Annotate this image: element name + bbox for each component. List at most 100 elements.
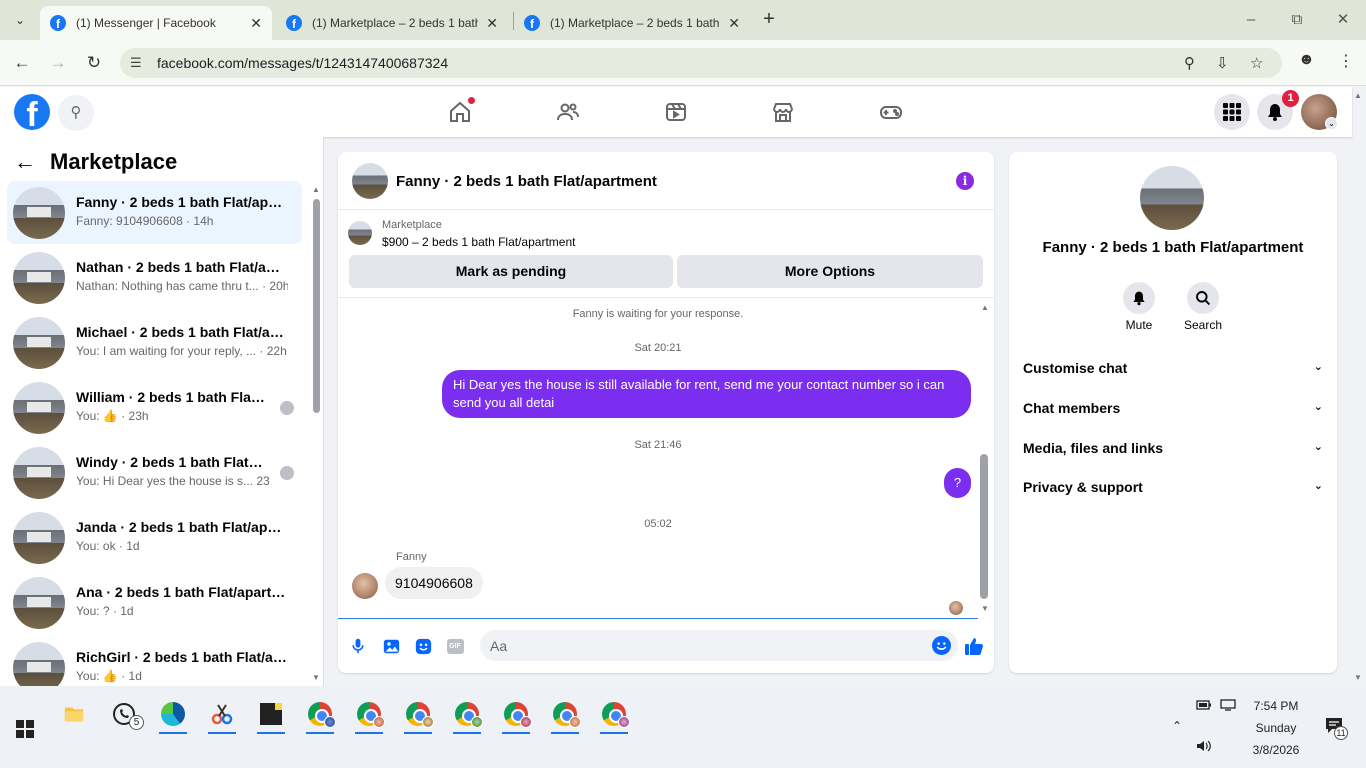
chat-title[interactable]: Fanny · 2 beds 1 bath Flat/apartment [396,173,657,190]
microphone-icon[interactable] [348,636,368,656]
file-explorer-icon[interactable] [56,694,92,734]
search-icon[interactable]: ⚲ [58,95,94,131]
notification-center-icon[interactable]: 11 [1324,716,1348,740]
listing-thumbnail[interactable] [348,221,372,245]
forward-arrow-icon[interactable]: → [46,51,70,75]
tab-title: (1) Marketplace – 2 beds 1 bath [550,16,720,30]
account-icon[interactable]: ☻ [1298,51,1315,69]
scroll-up-arrow-icon[interactable]: ▲ [312,185,320,194]
conversation-item[interactable]: Ana · 2 beds 1 bath Flat/apartment You: … [7,571,302,634]
page-scroll-down-icon[interactable]: ▼ [1354,673,1362,682]
chat-members-row[interactable]: Chat members ⌄ [1023,400,1323,422]
listing-thumbnail [13,317,65,369]
marketplace-icon[interactable] [768,97,798,127]
chrome-profile-icon[interactable] [547,694,583,734]
reload-icon[interactable]: ↻ [82,51,106,75]
clock-date[interactable]: 3/8/2026 [1240,743,1312,757]
windows-start-icon[interactable] [16,720,34,738]
conversation-item[interactable]: RichGirl · 2 beds 1 bath Flat/apartment … [7,636,302,686]
whatsapp-icon[interactable]: 5 [106,694,144,734]
outgoing-message[interactable]: ? [944,468,971,498]
minimize-icon[interactable]: – [1236,8,1266,32]
chrome-profile-icon[interactable] [351,694,387,734]
facebook-logo-icon[interactable]: f [14,94,50,130]
seen-receipt-avatar [949,601,963,615]
media-files-links-row[interactable]: Media, files and links ⌄ [1023,440,1323,462]
close-tab-icon[interactable]: ✕ [486,15,498,32]
chrome-profile-icon[interactable] [498,694,534,734]
sticker-icon[interactable] [413,636,433,656]
tab-marketplace-2[interactable]: f (1) Marketplace – 2 beds 1 bath ✕ [514,6,750,40]
chat-scrollbar[interactable] [980,454,988,599]
battery-icon[interactable] [1196,699,1212,714]
gif-icon[interactable]: GIF [445,636,465,656]
page-scroll-up-icon[interactable]: ▲ [1354,91,1362,100]
listing-price[interactable]: $900 – 2 beds 1 bath Flat/apartment [382,235,575,249]
conversation-item[interactable]: Nathan · 2 beds 1 bath Flat/apartment Na… [7,246,302,309]
close-window-icon[interactable]: ✕ [1328,8,1358,32]
message-input[interactable]: Aa [480,630,958,661]
site-info-icon[interactable]: ☰ [130,55,142,71]
more-options-button[interactable]: More Options [677,255,983,288]
account-chevron-icon[interactable]: ⌄ [1325,117,1338,130]
home-icon[interactable] [445,97,475,127]
close-tab-icon[interactable]: ✕ [250,15,262,32]
chrome-profile-icon[interactable] [596,694,632,734]
conversation-item[interactable]: William · 2 beds 1 bath Flat/apartment Y… [7,376,302,439]
zoom-icon[interactable]: ⚲ [1184,54,1195,72]
menu-kebab-icon[interactable]: ⋮ [1338,51,1354,71]
listing-thumbnail[interactable] [1140,166,1204,230]
emoji-icon[interactable] [932,636,951,655]
install-app-icon[interactable]: ⇩ [1216,54,1229,72]
friends-icon[interactable] [553,97,583,127]
customise-chat-row[interactable]: Customise chat ⌄ [1023,360,1323,382]
clock-day[interactable]: Sunday [1240,721,1312,735]
tab-marketplace-1[interactable]: f (1) Marketplace – 2 beds 1 bath ✕ [276,6,508,40]
notifications-bell-icon[interactable]: 1 [1257,90,1299,130]
bookmark-star-icon[interactable]: ☆ [1250,54,1263,72]
conversation-item[interactable]: Michael · 2 beds 1 bath Flat/apartment Y… [7,311,302,374]
chrome-profile-icon[interactable] [302,694,338,734]
listing-thumbnail[interactable] [352,163,388,199]
new-tab-button[interactable]: + [758,8,780,32]
video-icon[interactable] [661,97,691,127]
info-icon[interactable]: i [956,172,974,190]
scroll-down-arrow-icon[interactable]: ▼ [312,673,320,682]
chrome-profile-icon[interactable] [400,694,436,734]
incoming-message[interactable]: 9104906608 [385,567,483,599]
sticky-notes-icon[interactable] [253,694,289,734]
mark-as-pending-button[interactable]: Mark as pending [349,255,673,288]
mute-button[interactable]: Mute [1109,282,1169,332]
chrome-profile-icon[interactable] [449,694,485,734]
address-bar[interactable]: ☰ facebook.com/messages/t/12431474006873… [120,48,1282,78]
search-button[interactable]: Search [1173,282,1233,332]
edge-icon[interactable] [155,694,191,734]
url-text[interactable]: facebook.com/messages/t/1243147400687324 [157,55,448,71]
snipping-tool-icon[interactable] [204,694,240,734]
gaming-icon[interactable] [876,97,906,127]
waiting-notice: Fanny is waiting for your response. [572,308,744,320]
menu-grid-icon[interactable] [1214,94,1250,130]
scroll-up-arrow-icon[interactable]: ▲ [981,303,989,312]
restore-icon[interactable]: ⧉ [1282,8,1312,32]
volume-icon[interactable] [1196,739,1212,756]
photo-icon[interactable] [381,636,401,656]
conversation-item[interactable]: Fanny · 2 beds 1 bath Flat/apartment Fan… [7,181,302,244]
message-input-placeholder: Aa [490,638,508,654]
close-tab-icon[interactable]: ✕ [728,15,740,32]
clock-time[interactable]: 7:54 PM [1240,699,1312,713]
outgoing-message[interactable]: Hi Dear yes the house is still available… [442,370,971,418]
back-arrow-icon[interactable]: ← [10,51,34,75]
tab-messenger[interactable]: f (1) Messenger | Facebook ✕ [40,6,272,40]
thumbs-up-icon[interactable] [964,636,984,656]
sender-avatar[interactable] [352,573,378,599]
network-icon[interactable] [1220,699,1236,714]
privacy-support-row[interactable]: Privacy & support ⌄ [1023,479,1323,501]
tab-search-chevron-icon[interactable]: ⌄ [8,8,32,32]
scroll-down-arrow-icon[interactable]: ▼ [981,604,989,613]
back-arrow-icon[interactable]: ← [14,149,36,175]
sidebar-scrollbar[interactable] [313,199,320,413]
show-hidden-icons-chevron-icon[interactable]: ⌃ [1172,719,1182,733]
conversation-item[interactable]: Janda · 2 beds 1 bath Flat/apartment You… [7,506,302,569]
conversation-item[interactable]: Windy · 2 beds 1 bath Flat/apartment You… [7,441,302,504]
